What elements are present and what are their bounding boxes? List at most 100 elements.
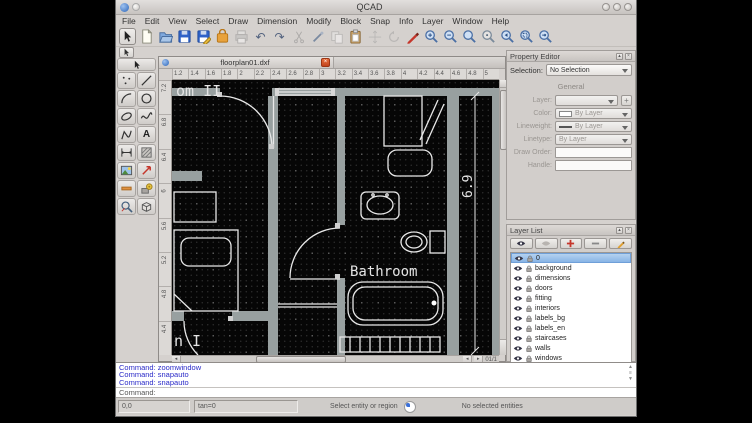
close-button[interactable]: [624, 3, 632, 11]
menu-item[interactable]: Window: [452, 16, 482, 26]
menu-item[interactable]: View: [168, 16, 186, 26]
layer-lock-icon[interactable]: [526, 335, 532, 342]
lineweight-dropdown[interactable]: By Layer: [555, 121, 632, 132]
draw-order-input[interactable]: [555, 147, 632, 158]
redo-icon[interactable]: ↷: [271, 28, 288, 45]
menu-item[interactable]: Layer: [422, 16, 443, 26]
edit-layer-icon[interactable]: [609, 238, 632, 249]
layer-lock-icon[interactable]: [526, 275, 532, 282]
zoom-auto-icon[interactable]: [461, 28, 478, 45]
layer-row[interactable]: walls: [511, 343, 631, 353]
layer-lock-icon[interactable]: [526, 345, 532, 352]
zoom-pan-icon[interactable]: [537, 28, 554, 45]
layer-lock-icon[interactable]: [526, 315, 532, 322]
undo-icon[interactable]: ↶: [252, 28, 269, 45]
layer-row[interactable]: doors: [511, 283, 631, 293]
minimize-button[interactable]: [602, 3, 610, 11]
layer-row[interactable]: labels_en: [511, 323, 631, 333]
zoom-out-icon[interactable]: [442, 28, 459, 45]
color-dropdown[interactable]: By Layer: [555, 108, 632, 119]
title-bar[interactable]: QCAD: [116, 0, 636, 15]
menu-item[interactable]: Edit: [145, 16, 160, 26]
hatch-tool[interactable]: [137, 144, 156, 161]
layer-dropdown[interactable]: [555, 95, 618, 106]
select-tool[interactable]: [117, 58, 156, 71]
modify-tool[interactable]: [137, 162, 156, 179]
layer-visible-icon[interactable]: [513, 295, 523, 302]
layer-row[interactable]: fitting: [511, 293, 631, 303]
block-tool[interactable]: [137, 180, 156, 197]
measure-tool[interactable]: [117, 198, 136, 215]
save-icon[interactable]: [176, 28, 193, 45]
layer-visible-icon[interactable]: [513, 305, 523, 312]
pen-icon[interactable]: [404, 28, 421, 45]
selection-dropdown[interactable]: No Selection: [546, 64, 632, 76]
arc-tool[interactable]: [117, 90, 136, 107]
layer-visible-icon[interactable]: [513, 355, 523, 362]
solid-tool[interactable]: [137, 198, 156, 215]
paste-clipboard-icon[interactable]: [347, 28, 364, 45]
hide-all-layers-icon[interactable]: [535, 238, 558, 249]
linetype-dropdown[interactable]: By Layer: [555, 134, 632, 145]
active-tool-button[interactable]: [119, 47, 134, 58]
new-file-icon[interactable]: [138, 28, 155, 45]
image-tool[interactable]: [117, 162, 136, 179]
save-as-icon[interactable]: [195, 28, 212, 45]
glue-icon[interactable]: [309, 28, 326, 45]
property-editor-titlebar[interactable]: Property Editor: [507, 51, 635, 62]
menu-item[interactable]: Dimension: [257, 16, 297, 26]
show-all-layers-icon[interactable]: [510, 238, 533, 249]
layer-lock-icon[interactable]: [526, 355, 532, 362]
command-scroll[interactable]: ▲ ≡ ▼: [626, 364, 635, 382]
command-history[interactable]: Command: zoomwindowCommand: snapautoComm…: [116, 363, 636, 387]
print-icon[interactable]: [233, 28, 250, 45]
layer-visible-icon[interactable]: [513, 335, 523, 342]
layer-row[interactable]: staircases: [511, 333, 631, 343]
document-close-icon[interactable]: [321, 58, 330, 67]
layer-lock-icon[interactable]: [526, 295, 532, 302]
layer-visible-icon[interactable]: [513, 265, 523, 272]
zoom-original-icon[interactable]: [480, 28, 497, 45]
layer-visible-icon[interactable]: [513, 345, 523, 352]
text-tool[interactable]: A: [137, 126, 156, 143]
zoom-in-icon[interactable]: [423, 28, 440, 45]
layer-visible-icon[interactable]: [513, 315, 523, 322]
add-layer-icon[interactable]: [560, 238, 583, 249]
layer-visible-icon[interactable]: [513, 325, 523, 332]
dimension-tool[interactable]: [117, 144, 136, 161]
spline-tool[interactable]: [137, 108, 156, 125]
cut-icon[interactable]: [290, 28, 307, 45]
layer-visible-icon[interactable]: [513, 275, 523, 282]
open-file-icon[interactable]: [157, 28, 174, 45]
menu-item[interactable]: Info: [399, 16, 413, 26]
layer-visible-icon[interactable]: [514, 255, 524, 262]
point-tool[interactable]: [117, 72, 136, 89]
move-icon[interactable]: [366, 28, 383, 45]
layer-lock-icon[interactable]: [526, 285, 532, 292]
drawing-canvas[interactable]: om II n I Bathroom 6.9: [172, 80, 499, 355]
panel-float-icon[interactable]: [616, 53, 623, 60]
menu-item[interactable]: Snap: [370, 16, 390, 26]
panel-float-icon[interactable]: [616, 227, 623, 234]
selection-pointer-icon[interactable]: [119, 28, 136, 45]
circle-tool[interactable]: [137, 90, 156, 107]
layer-visible-icon[interactable]: [513, 285, 523, 292]
layer-row[interactable]: labels_bg: [511, 313, 631, 323]
layer-lock-icon[interactable]: [526, 325, 532, 332]
panel-close-icon[interactable]: [625, 227, 632, 234]
add-layer-mini-icon[interactable]: [621, 95, 632, 106]
layer-row[interactable]: interiors: [511, 303, 631, 313]
ellipse-tool[interactable]: [117, 108, 136, 125]
menu-item[interactable]: Select: [196, 16, 220, 26]
archive-icon[interactable]: [214, 28, 231, 45]
scroll-down-icon[interactable]: ▼: [628, 376, 633, 382]
menu-item[interactable]: Draw: [228, 16, 248, 26]
menu-item[interactable]: Help: [492, 16, 509, 26]
layer-lock-icon[interactable]: [526, 265, 532, 272]
maximize-button[interactable]: [613, 3, 621, 11]
rotate-icon[interactable]: [385, 28, 402, 45]
handle-input[interactable]: [555, 160, 632, 171]
copy-icon[interactable]: [328, 28, 345, 45]
polyline-tool[interactable]: [117, 126, 136, 143]
layer-lock-icon[interactable]: [526, 305, 532, 312]
